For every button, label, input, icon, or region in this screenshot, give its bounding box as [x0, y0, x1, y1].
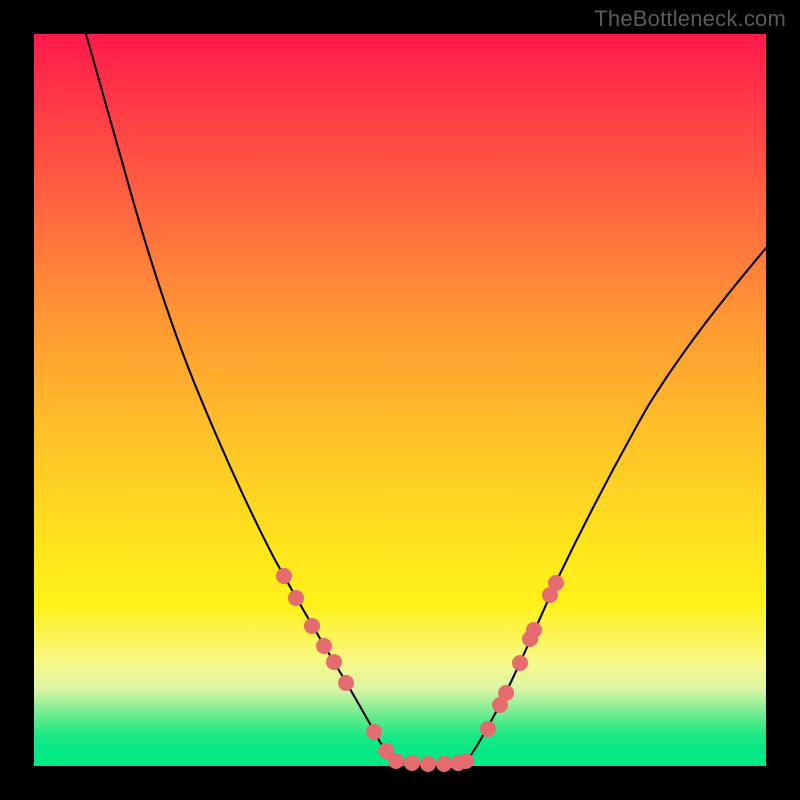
bottleneck-curve-svg	[34, 34, 766, 766]
right-branch	[466, 248, 766, 761]
plot-area	[34, 34, 766, 766]
watermark-text: TheBottleneck.com	[594, 6, 786, 32]
left-branch	[86, 34, 396, 761]
chart-frame: TheBottleneck.com	[0, 0, 800, 800]
highlight-markers	[276, 568, 564, 772]
